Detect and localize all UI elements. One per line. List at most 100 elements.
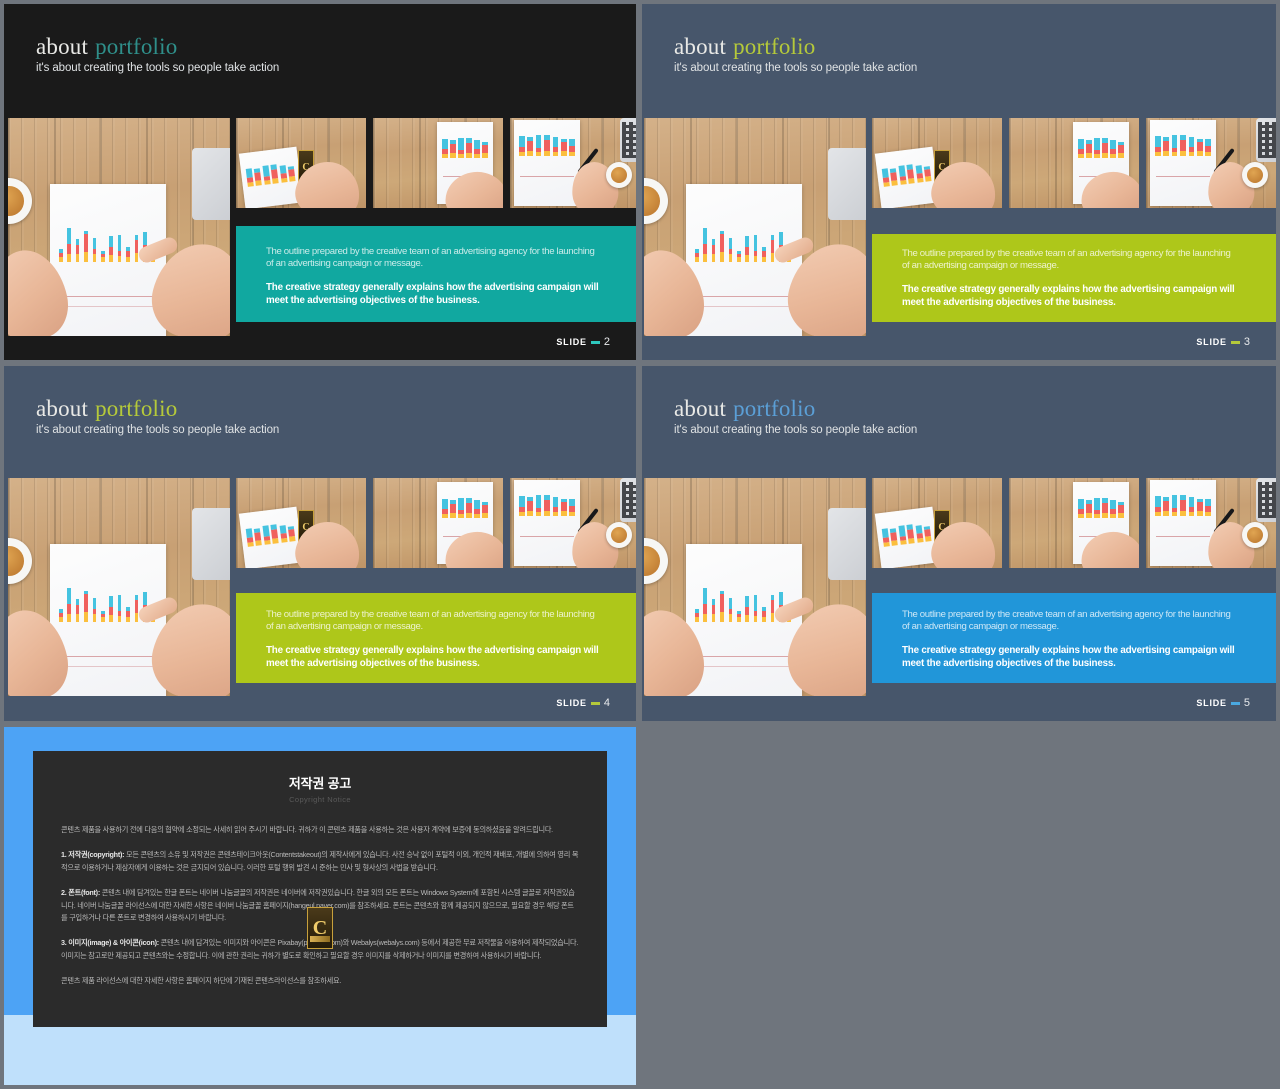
slide-dash-icon	[1230, 701, 1240, 705]
main-photo[interactable]	[644, 118, 866, 336]
slide-thumbnail-2[interactable]: about portfolio it's about creating the t…	[4, 4, 636, 360]
slide-header: about portfolio it's about creating the t…	[642, 366, 1276, 436]
copyright-paragraph-4: 콘텐츠 제품 라이선스에 대한 자세한 사항은 홈페이지 하단에 기재된 콘텐츠…	[61, 975, 579, 987]
thumbnail-photo-2[interactable]	[1009, 478, 1139, 568]
page-title: about portfolio	[674, 396, 1276, 422]
laptop-keyboard	[1256, 478, 1276, 522]
slide-thumbnail-copyright[interactable]: 저작권 공고 Copyright Notice 콘텐츠 제품을 사용하기 전에 …	[4, 727, 636, 1085]
printed-bar-chart	[245, 159, 296, 187]
slide-thumbnail-5[interactable]: about portfolio it's about creating the t…	[642, 366, 1276, 721]
copyright-title: 저작권 공고	[288, 776, 352, 791]
coffee-cup	[606, 522, 632, 548]
printed-line-chart	[696, 296, 790, 297]
page-subtitle: it's about creating the tools so people …	[36, 62, 280, 74]
title-word-portfolio: portfolio	[733, 34, 816, 59]
printed-bar-chart	[1155, 130, 1212, 156]
slide-deck-canvas: about portfolio it's about creating the t…	[0, 0, 1280, 1089]
copyright-paragraph-text: 콘텐츠 제품을 사용하기 전에 다음의 협약에 소정되는 사세히 읽어 주시기 …	[61, 825, 553, 834]
page-subtitle: it's about creating the tools so people …	[674, 424, 918, 436]
printed-line-chart	[520, 176, 574, 177]
thumbnail-photo-1[interactable]: C	[872, 478, 1002, 568]
copyright-paragraph-lead: 3. 이미지(image) & 아이콘(icon):	[61, 938, 159, 948]
thumbnail-photo-3[interactable]	[1146, 478, 1276, 568]
keyboard-keys	[622, 481, 636, 519]
copyright-badge-icon: C	[307, 907, 333, 949]
page-subtitle: it's about creating the tools so people …	[674, 62, 918, 74]
slide-header: about portfolio it's about creating the t…	[4, 4, 636, 74]
copyright-paragraph-text: 콘텐츠 제품 라이선스에 대한 자세한 사항은 홈페이지 하단에 기재된 콘텐츠…	[61, 976, 342, 986]
title-word-about: about	[674, 396, 727, 421]
printed-bar-chart	[1078, 134, 1124, 158]
chart-paper	[874, 506, 940, 568]
coffee-cup	[1242, 162, 1268, 188]
printed-line-chart	[1156, 176, 1210, 177]
coffee-cup	[1242, 522, 1268, 548]
thumbnail-photo-2[interactable]	[1009, 118, 1139, 208]
printed-bar-chart	[442, 134, 488, 158]
printed-line-chart-2	[696, 306, 790, 307]
printed-line-chart-2	[60, 666, 154, 667]
slide-header: about portfolio it's about creating the t…	[4, 366, 636, 436]
keyboard-keys	[1258, 121, 1276, 159]
printed-line-chart	[1156, 536, 1210, 537]
slide-dash-icon	[590, 701, 600, 705]
printed-line-chart	[60, 656, 154, 657]
title-word-about: about	[674, 34, 727, 59]
page-title: about portfolio	[674, 34, 1276, 60]
copyright-subtitle: Copyright Notice	[289, 795, 351, 804]
chart-paper	[238, 146, 304, 208]
page-title: about portfolio	[36, 34, 636, 60]
thumbnail-photo-2[interactable]	[373, 118, 503, 208]
page-title: about portfolio	[36, 396, 636, 422]
callout-light-text: The outline prepared by the creative tea…	[902, 248, 1231, 272]
printed-line-chart-2	[696, 666, 790, 667]
chart-paper	[1150, 480, 1216, 566]
slide-dash-icon	[1230, 340, 1240, 344]
slide-label: SLIDE	[1196, 337, 1227, 347]
keyboard-keys	[622, 121, 636, 159]
slide-thumbnail-3[interactable]: about portfolio it's about creating the t…	[642, 4, 1276, 360]
slide-number: SLIDE 3	[1196, 336, 1250, 348]
main-photo[interactable]	[644, 478, 866, 696]
laptop-keyboard	[1256, 118, 1276, 162]
callout-panel: The outline prepared by the creative tea…	[236, 593, 636, 683]
callout-bold-text: The creative strategy generally explains…	[902, 645, 1235, 669]
printed-line-chart	[520, 536, 574, 537]
chart-paper	[874, 146, 940, 208]
chart-paper	[514, 480, 580, 566]
printed-line-chart	[60, 296, 154, 297]
thumbnail-photo-1[interactable]: C	[236, 478, 366, 568]
thumbnail-photo-3[interactable]	[510, 118, 636, 208]
thumbnail-photo-2[interactable]	[373, 478, 503, 568]
thumbnail-photo-1[interactable]: C	[236, 118, 366, 208]
callout-light-text: The outline prepared by the creative tea…	[266, 609, 595, 633]
callout-bold-text: The creative strategy generally explains…	[266, 645, 599, 669]
laptop-edge	[828, 148, 866, 220]
copyright-paragraph-0: 콘텐츠 제품을 사용하기 전에 다음의 협약에 소정되는 사세히 읽어 주시기 …	[61, 824, 579, 836]
slide-label: SLIDE	[1196, 698, 1227, 708]
keyboard-keys	[1258, 481, 1276, 519]
title-word-portfolio: portfolio	[95, 34, 178, 59]
main-photo[interactable]	[8, 478, 230, 696]
title-word-about: about	[36, 34, 89, 59]
slide-label: SLIDE	[556, 698, 587, 708]
slide-number-value: 5	[1243, 697, 1250, 709]
title-word-about: about	[36, 396, 89, 421]
printed-bar-chart	[245, 519, 296, 547]
printed-bar-chart	[881, 519, 932, 547]
title-word-portfolio: portfolio	[733, 396, 816, 421]
thumbnail-photo-1[interactable]: C	[872, 118, 1002, 208]
callout-light-text: The outline prepared by the creative tea…	[902, 609, 1231, 633]
slide-number: SLIDE 4	[556, 697, 610, 709]
thumbnail-photo-3[interactable]	[510, 478, 636, 568]
slide-thumbnail-4[interactable]: about portfolio it's about creating the t…	[4, 366, 636, 721]
copyright-paragraph-1: 1. 저작권(copyright): 모든 콘텐츠의 소유 및 저작권은 콘텐츠…	[61, 849, 579, 874]
coffee-cup	[606, 162, 632, 188]
callout-panel: The outline prepared by the creative tea…	[236, 226, 636, 322]
thumbnail-photo-3[interactable]	[1146, 118, 1276, 208]
main-photo[interactable]	[8, 118, 230, 336]
copyright-body: 저작권 공고 Copyright Notice 콘텐츠 제품을 사용하기 전에 …	[33, 751, 607, 1027]
printed-line-chart	[696, 656, 790, 657]
copyright-paragraph-text: 모든 콘텐츠의 소유 및 저작권은 콘텐츠테이크아웃(Contentstakeo…	[61, 850, 579, 872]
laptop-keyboard	[620, 118, 636, 162]
